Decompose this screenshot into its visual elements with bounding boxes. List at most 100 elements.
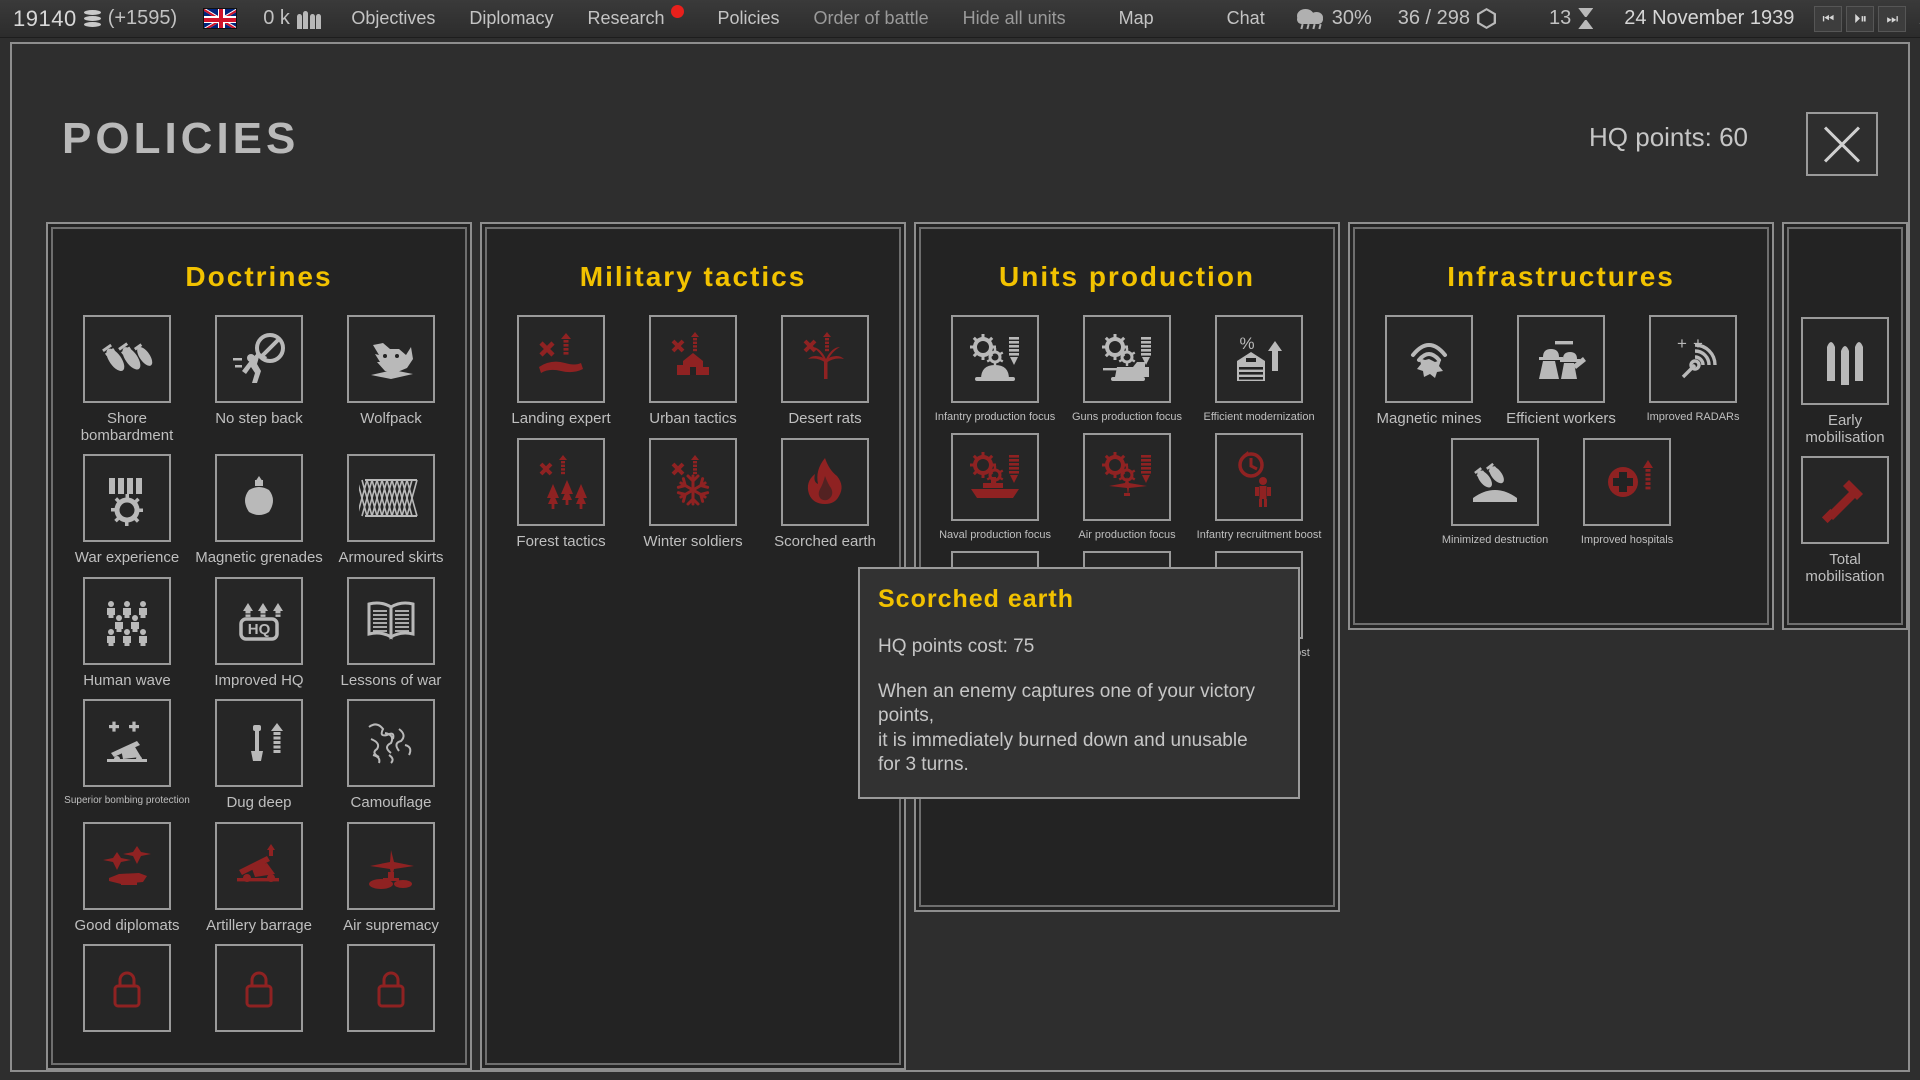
- policy-item[interactable]: Air supremacy: [327, 821, 455, 935]
- policy-item[interactable]: [195, 944, 323, 1040]
- policy-item[interactable]: Guns production focus: [1063, 315, 1191, 423]
- policy-item[interactable]: [327, 944, 455, 1040]
- locked-icon[interactable]: [215, 944, 303, 1032]
- policy-item[interactable]: Dug deep: [195, 699, 323, 812]
- artillery-barrage-icon[interactable]: [215, 821, 303, 910]
- manpower-display: 0 k: [250, 0, 334, 38]
- policy-item[interactable]: Magnetic grenades: [195, 454, 323, 567]
- radar-icon[interactable]: + +: [1649, 315, 1738, 403]
- manpower-value: 0 k: [263, 7, 290, 29]
- policy-item[interactable]: HQ Improved HQ: [195, 576, 323, 690]
- soldiers-wave-icon[interactable]: [83, 576, 171, 665]
- policy-item[interactable]: % Efficient modernization: [1195, 315, 1323, 423]
- policy-item[interactable]: Forest tactics: [497, 437, 625, 551]
- policy-item[interactable]: + + Improved RADARs: [1629, 315, 1757, 428]
- forest-icon[interactable]: [517, 437, 606, 526]
- landing-icon[interactable]: [517, 315, 606, 403]
- policy-item[interactable]: Minimized destruction: [1431, 437, 1559, 546]
- policy-item[interactable]: Shore bombardment: [63, 315, 191, 444]
- skip-back-button[interactable]: ⏮: [1814, 5, 1843, 32]
- gears-helmet-icon[interactable]: [951, 315, 1040, 403]
- bombs-shield-icon[interactable]: [1451, 437, 1540, 526]
- nation-flag[interactable]: [190, 0, 250, 38]
- menu-item-chat[interactable]: Chat: [1171, 8, 1282, 29]
- policy-item[interactable]: Human wave: [63, 576, 191, 690]
- mine-signal-icon[interactable]: [1385, 315, 1474, 403]
- menu-item-objectives[interactable]: Objectives: [334, 8, 452, 29]
- menu-item-hide-all-units[interactable]: Hide all units: [946, 8, 1083, 29]
- hq-points-display: HQ points: 60: [1589, 122, 1748, 152]
- aa-gun-icon[interactable]: [83, 699, 171, 787]
- policy-item[interactable]: Artillery barrage: [195, 821, 323, 935]
- locked-icon[interactable]: [347, 944, 435, 1032]
- policy-item[interactable]: Infantry production focus: [931, 315, 1059, 423]
- policy-item[interactable]: Camouflage: [327, 699, 455, 812]
- policy-grid: Landing expert Urban tactics Desert rats Fo…: [487, 293, 899, 560]
- policy-item[interactable]: Wolfpack: [327, 315, 455, 444]
- policy-item[interactable]: Improved hospitals: [1563, 437, 1691, 546]
- medals-gear-icon[interactable]: [83, 454, 171, 542]
- snowflake-icon[interactable]: [649, 437, 738, 526]
- hospital-icon[interactable]: [1583, 437, 1672, 526]
- mesh-armour-icon[interactable]: [347, 454, 435, 542]
- policy-item[interactable]: [63, 944, 191, 1040]
- policy-item[interactable]: Winter soldiers: [629, 437, 757, 551]
- menu-item-map[interactable]: Map: [1083, 8, 1171, 29]
- wolf-icon[interactable]: [347, 315, 435, 403]
- workers-icon[interactable]: [1517, 315, 1606, 403]
- skip-forward-button[interactable]: ⏭: [1878, 5, 1907, 32]
- turns-display: 13: [1509, 0, 1606, 38]
- policy-item[interactable]: Air production focus: [1063, 433, 1191, 541]
- policy-item[interactable]: Desert rats: [761, 315, 889, 428]
- policy-item[interactable]: Total mobilisation: [1791, 456, 1899, 585]
- gears-plane-icon[interactable]: [1083, 433, 1172, 522]
- urban-icon[interactable]: [649, 315, 738, 403]
- camo-pattern-icon[interactable]: [347, 699, 435, 787]
- diplomat-planes-icon[interactable]: [83, 821, 171, 910]
- close-icon[interactable]: [1806, 112, 1878, 176]
- policy-item-label: Magnetic grenades: [195, 549, 323, 566]
- menu-item-research[interactable]: Research: [570, 5, 700, 29]
- policy-item[interactable]: Lessons of war: [327, 576, 455, 690]
- policy-item[interactable]: War experience: [63, 454, 191, 567]
- shovel-arrow-icon[interactable]: [215, 699, 303, 787]
- gears-ship-icon[interactable]: [951, 433, 1040, 522]
- policy-item[interactable]: Landing expert: [497, 315, 625, 428]
- policy-item[interactable]: Infantry recruitment boost: [1195, 433, 1323, 541]
- policy-item-label: Scorched earth: [774, 532, 876, 550]
- policy-item[interactable]: Superior bombing protection: [63, 699, 191, 812]
- weather-display: 30%: [1282, 0, 1385, 38]
- policy-item[interactable]: Good diplomats: [63, 821, 191, 935]
- policy-item[interactable]: Urban tactics: [629, 315, 757, 428]
- no-retreat-icon[interactable]: [215, 315, 303, 403]
- policy-item[interactable]: Magnetic mines: [1365, 315, 1493, 428]
- policy-item-label: Landing expert: [511, 410, 611, 427]
- policy-item[interactable]: Scorched earth: [761, 437, 889, 551]
- clock-infantry-icon[interactable]: [1215, 433, 1304, 522]
- hq-arrows-icon[interactable]: HQ: [215, 576, 303, 665]
- menu-item-diplomacy[interactable]: Diplomacy: [452, 8, 570, 29]
- bullets-icon[interactable]: [1801, 317, 1890, 405]
- gears-tank-icon[interactable]: [1083, 315, 1172, 403]
- hammer-icon[interactable]: [1801, 456, 1890, 544]
- air-supremacy-icon[interactable]: [347, 821, 435, 910]
- open-book-icon[interactable]: [347, 576, 435, 665]
- policy-item[interactable]: Naval production focus: [931, 433, 1059, 541]
- column-title-military-tactics: Military tactics: [579, 261, 807, 292]
- policy-item-label: Minimized destruction: [1441, 533, 1549, 546]
- menu-item-order-of-battle[interactable]: Order of battle: [797, 8, 946, 29]
- menu-item-policies[interactable]: Policies: [701, 8, 797, 29]
- music-button[interactable]: ♫: [1910, 6, 1920, 32]
- factory-percent-icon[interactable]: %: [1215, 315, 1304, 403]
- policy-item[interactable]: Early mobilisation: [1791, 317, 1899, 446]
- desert-palm-icon[interactable]: [781, 315, 870, 403]
- policy-item[interactable]: No step back: [195, 315, 323, 444]
- play-pause-button[interactable]: ⏵⏸: [1846, 5, 1875, 32]
- flame-icon[interactable]: [781, 437, 870, 526]
- policy-item[interactable]: Efficient workers: [1497, 315, 1625, 428]
- policy-item[interactable]: Armoured skirts: [327, 454, 455, 567]
- locked-icon[interactable]: [83, 944, 171, 1032]
- grenade-icon[interactable]: [215, 454, 303, 542]
- policy-item-label: Magnetic mines: [1376, 410, 1482, 427]
- bombs-icon[interactable]: [83, 315, 171, 403]
